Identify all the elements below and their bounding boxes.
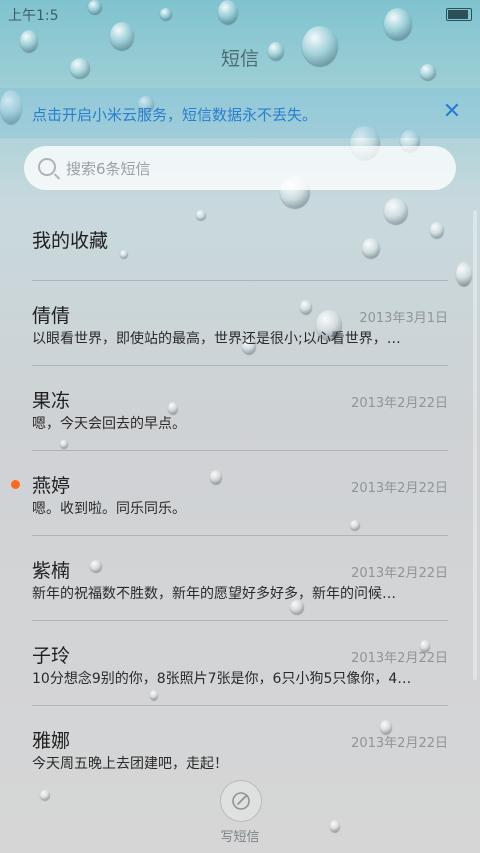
contact-name: 雅娜 <box>32 730 71 752</box>
message-preview: 以眼看世界，即使站的最高，世界还是很小;以心看世界，… <box>32 331 401 347</box>
message-date: 2013年2月22日 <box>351 651 448 666</box>
favorites-label: 我的收藏 <box>32 230 109 252</box>
message-date: 2013年2月22日 <box>351 566 448 581</box>
conversation-item[interactable]: 紫楠 2013年2月22日 新年的祝福数不胜数，新年的愿望好多好多，新年的问候… <box>32 536 448 621</box>
compose-label: 写短信 <box>220 830 260 845</box>
contact-name: 倩倩 <box>32 305 71 327</box>
page-title: 短信 <box>220 48 259 70</box>
contact-name: 紫楠 <box>32 560 71 582</box>
message-date: 2013年2月22日 <box>351 736 448 751</box>
message-date: 2013年3月1日 <box>359 311 448 326</box>
cloud-service-banner[interactable]: 点击开启小米云服务，短信数据永不丢失。 ✕ <box>0 88 480 138</box>
message-preview: 新年的祝福数不胜数，新年的愿望好多好多，新年的问候… <box>32 586 396 602</box>
message-date: 2013年2月22日 <box>351 396 448 411</box>
conversation-item[interactable]: 燕婷 2013年2月22日 嗯。收到啦。同乐同乐。 <box>11 451 448 536</box>
contact-name: 子玲 <box>32 645 71 667</box>
status-time: 上午1:5 <box>8 8 59 24</box>
conversation-list: 我的收藏 倩倩 2013年3月1日 以眼看世界，即使站的最高，世界还是很小;以心… <box>0 196 480 790</box>
message-preview: 今天周五晚上去团建吧，走起！ <box>32 756 228 772</box>
battery-icon <box>446 8 472 21</box>
message-preview: 嗯，今天会回去的早点。 <box>32 416 186 432</box>
banner-text[interactable]: 点击开启小米云服务，短信数据永不丢失。 <box>32 104 317 125</box>
message-preview: 10分想念9别的你，8张照片7张是你，6只小狗5只像你，4… <box>32 671 412 687</box>
contact-name: 燕婷 <box>32 475 71 497</box>
contact-name: 果冻 <box>32 390 71 412</box>
search-bar[interactable] <box>24 146 456 192</box>
close-icon[interactable]: ✕ <box>438 98 466 126</box>
conversation-item[interactable]: 子玲 2013年2月22日 10分想念9别的你，8张照片7张是你，6只小狗5只像… <box>32 621 448 706</box>
compose-icon[interactable] <box>220 780 262 822</box>
search-input[interactable] <box>64 146 448 192</box>
favorites-row[interactable]: 我的收藏 <box>32 196 448 281</box>
message-date: 2013年2月22日 <box>351 481 448 496</box>
unread-indicator <box>11 480 20 489</box>
conversation-item[interactable]: 果冻 2013年2月22日 嗯，今天会回去的早点。 <box>32 366 448 451</box>
message-preview: 嗯。收到啦。同乐同乐。 <box>32 501 186 517</box>
conversation-item[interactable]: 倩倩 2013年3月1日 以眼看世界，即使站的最高，世界还是很小;以心看世界，… <box>32 281 448 366</box>
status-bar: 上午1:5 <box>0 0 480 28</box>
compose-button[interactable]: 写短信 <box>210 778 270 850</box>
search-icon <box>38 158 56 176</box>
